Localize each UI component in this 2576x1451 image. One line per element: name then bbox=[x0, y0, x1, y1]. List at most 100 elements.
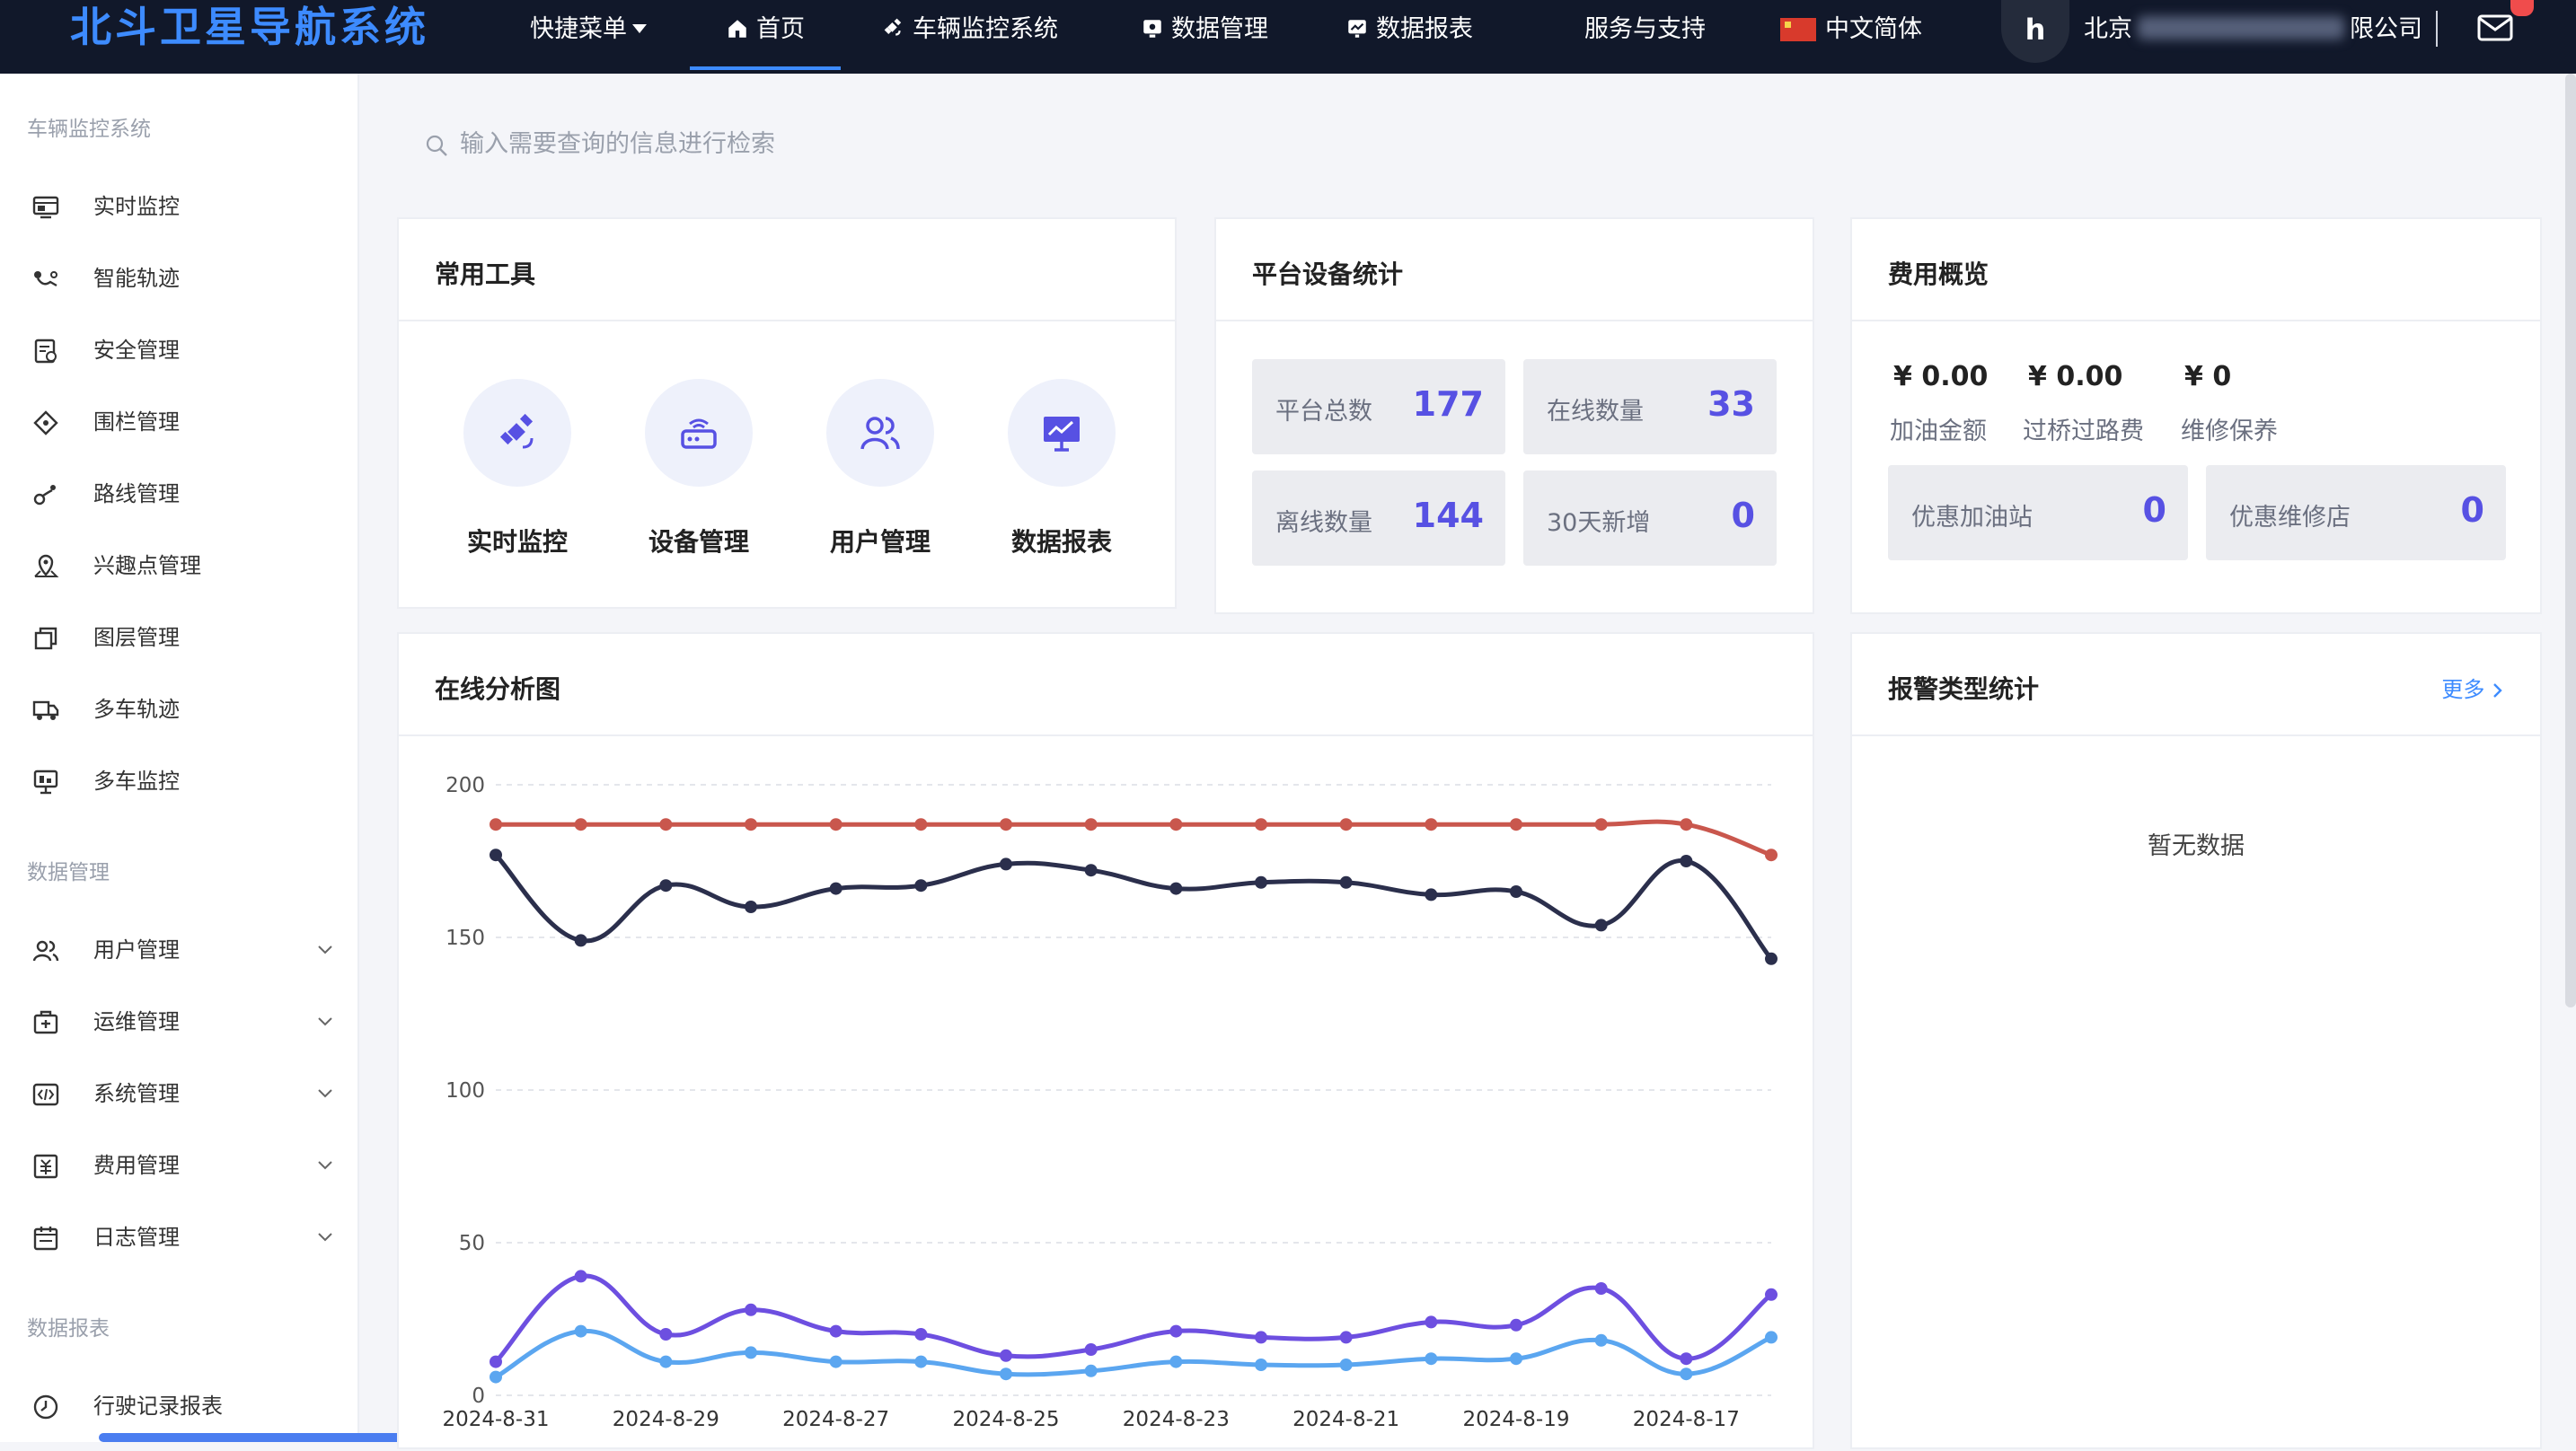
discount-gas-station[interactable]: 优惠加油站 0 bbox=[1888, 465, 2188, 560]
data-point bbox=[1255, 1331, 1267, 1343]
satellite-icon bbox=[882, 17, 905, 40]
sidebar-item-logs[interactable]: 日志管理 bbox=[0, 1210, 359, 1264]
track-icon bbox=[32, 266, 59, 293]
data-point bbox=[1000, 857, 1012, 870]
nav-service-support[interactable]: 服务与支持 bbox=[1584, 0, 1706, 59]
sidebar-item-ops[interactable]: 运维管理 bbox=[0, 995, 359, 1049]
tool-device-management[interactable]: 设备管理 bbox=[627, 379, 771, 487]
data-point bbox=[575, 1270, 587, 1282]
sidebar-item-driving-record[interactable]: 行驶记录报表 bbox=[0, 1379, 359, 1433]
card-title: 费用概览 bbox=[1888, 255, 1989, 291]
tool-icon-circle bbox=[826, 379, 934, 487]
fee-maintenance-label: 维修保养 bbox=[2181, 411, 2278, 446]
nav-quick-menu[interactable]: 快捷菜单 bbox=[530, 0, 647, 59]
sidebar-item-system[interactable]: 系统管理 bbox=[0, 1067, 359, 1121]
data-point bbox=[490, 1356, 502, 1368]
sidebar-item-layers[interactable]: 图层管理 bbox=[0, 611, 359, 664]
nav-language[interactable]: 中文简体 bbox=[1780, 0, 1922, 59]
sidebar-item-label: 用户管理 bbox=[93, 923, 180, 977]
sidebar-item-multi-track[interactable]: 多车轨迹 bbox=[0, 682, 359, 736]
sidebar-item-users[interactable]: 用户管理 bbox=[0, 923, 359, 977]
stat-offline-devices[interactable]: 离线数量 144 bbox=[1252, 470, 1505, 566]
stat-value: 0 bbox=[2461, 490, 2484, 530]
sidebar-item-route[interactable]: 路线管理 bbox=[0, 467, 359, 521]
sidebar-item-label: 行驶记录报表 bbox=[93, 1379, 223, 1433]
data-point bbox=[1595, 818, 1608, 831]
nav-data-reports[interactable]: 数据报表 bbox=[1345, 0, 1473, 59]
global-search[interactable]: 输入需要查询的信息进行检索 bbox=[424, 124, 1053, 165]
tool-realtime-monitor[interactable]: 实时监控 bbox=[446, 379, 589, 487]
card-header: 常用工具 bbox=[399, 219, 1175, 321]
stat-value: 0 bbox=[1732, 496, 1755, 535]
nav-data-management[interactable]: 数据管理 bbox=[1141, 0, 1268, 59]
presentation-icon bbox=[1040, 411, 1083, 454]
nav-home[interactable]: 首页 bbox=[726, 0, 805, 59]
data-point bbox=[1425, 1315, 1437, 1328]
layers-icon bbox=[32, 625, 59, 652]
data-point bbox=[1255, 1359, 1267, 1371]
mail-icon[interactable] bbox=[2477, 14, 2513, 41]
fee-fuel-label: 加油金额 bbox=[1890, 411, 1987, 446]
tool-icon-circle bbox=[1008, 379, 1116, 487]
sidebar-item-label: 多车轨迹 bbox=[93, 682, 180, 736]
data-point bbox=[1169, 818, 1182, 831]
y-tick-label: 0 bbox=[472, 1385, 485, 1408]
nav-home-label: 首页 bbox=[756, 15, 805, 43]
data-point bbox=[1085, 1365, 1098, 1377]
x-tick-label: 2024-8-23 bbox=[1123, 1408, 1230, 1431]
card-title: 报警类型统计 bbox=[1888, 670, 2039, 706]
data-point bbox=[745, 901, 757, 913]
app-logo[interactable]: 北斗卫星导航系统 bbox=[70, 0, 429, 54]
data-point bbox=[1169, 1325, 1182, 1338]
stat-total-devices[interactable]: 平台总数 177 bbox=[1252, 359, 1505, 454]
nav-service-support-label: 服务与支持 bbox=[1584, 15, 1706, 43]
tool-user-management[interactable]: 用户管理 bbox=[808, 379, 952, 487]
sidebar-item-fees[interactable]: 费用管理 bbox=[0, 1139, 359, 1192]
data-point bbox=[1765, 1288, 1778, 1301]
data-point bbox=[1765, 953, 1778, 965]
data-point bbox=[1425, 818, 1437, 831]
data-point bbox=[1000, 1367, 1012, 1380]
card-header: 平台设备统计 bbox=[1216, 219, 1813, 321]
stat-online-devices[interactable]: 在线数量 33 bbox=[1523, 359, 1777, 454]
user-avatar[interactable]: h bbox=[2001, 0, 2069, 63]
sidebar-item-safety[interactable]: 安全管理 bbox=[0, 323, 359, 377]
fence-icon bbox=[32, 409, 59, 436]
data-point bbox=[1255, 876, 1267, 889]
tool-label: 数据报表 bbox=[990, 523, 1134, 558]
sidebar-item-label: 围栏管理 bbox=[93, 395, 180, 449]
company-name-prefix: 北京 bbox=[2084, 15, 2132, 43]
sidebar-item-label: 系统管理 bbox=[93, 1067, 180, 1121]
data-point bbox=[830, 883, 842, 895]
sidebar-group-vehicle-monitor: 车辆监控系统 bbox=[27, 111, 151, 142]
sidebar-item-realtime-monitor[interactable]: 实时监控 bbox=[0, 180, 359, 233]
x-tick-label: 2024-8-19 bbox=[1462, 1408, 1569, 1431]
data-point bbox=[575, 818, 587, 831]
y-tick-label: 200 bbox=[446, 774, 485, 797]
router-icon bbox=[677, 411, 720, 454]
tool-data-reports[interactable]: 数据报表 bbox=[990, 379, 1134, 487]
series-line-0 bbox=[496, 822, 1771, 855]
sidebar-item-smart-track[interactable]: 智能轨迹 bbox=[0, 251, 359, 305]
vertical-scrollbar[interactable] bbox=[2565, 74, 2576, 1007]
sidebar-item-fence[interactable]: 围栏管理 bbox=[0, 395, 359, 449]
data-point bbox=[1765, 1331, 1778, 1343]
nav-vehicle-monitor[interactable]: 车辆监控系统 bbox=[882, 0, 1058, 59]
chevron-right-icon bbox=[2492, 682, 2504, 699]
more-link[interactable]: 更多 bbox=[2441, 672, 2504, 703]
sidebar-item-poi[interactable]: 兴趣点管理 bbox=[0, 539, 359, 593]
series-line-1 bbox=[496, 855, 1771, 959]
y-tick-label: 150 bbox=[446, 927, 485, 950]
sidebar-item-multi-monitor[interactable]: 多车监控 bbox=[0, 754, 359, 808]
stat-value: 177 bbox=[1413, 384, 1484, 424]
x-tick-label: 2024-8-29 bbox=[613, 1408, 719, 1431]
common-tools-card: 常用工具 实时监控 设备管理 用户管理 数据报表 bbox=[397, 217, 1177, 609]
top-navigation-bar: 北斗卫星导航系统 快捷菜单 首页 车辆监控系统 数据管理 数据报表 服务与支持 … bbox=[0, 0, 2576, 74]
empty-state-text: 暂无数据 bbox=[1852, 826, 2540, 861]
discount-repair-shop[interactable]: 优惠维修店 0 bbox=[2206, 465, 2506, 560]
data-point bbox=[914, 818, 927, 831]
search-input[interactable]: 输入需要查询的信息进行检索 bbox=[460, 124, 775, 165]
code-icon bbox=[32, 1081, 59, 1108]
stat-new-30-days[interactable]: 30天新增 0 bbox=[1523, 470, 1777, 566]
company-name[interactable]: 北京限公司 bbox=[2084, 0, 2422, 59]
